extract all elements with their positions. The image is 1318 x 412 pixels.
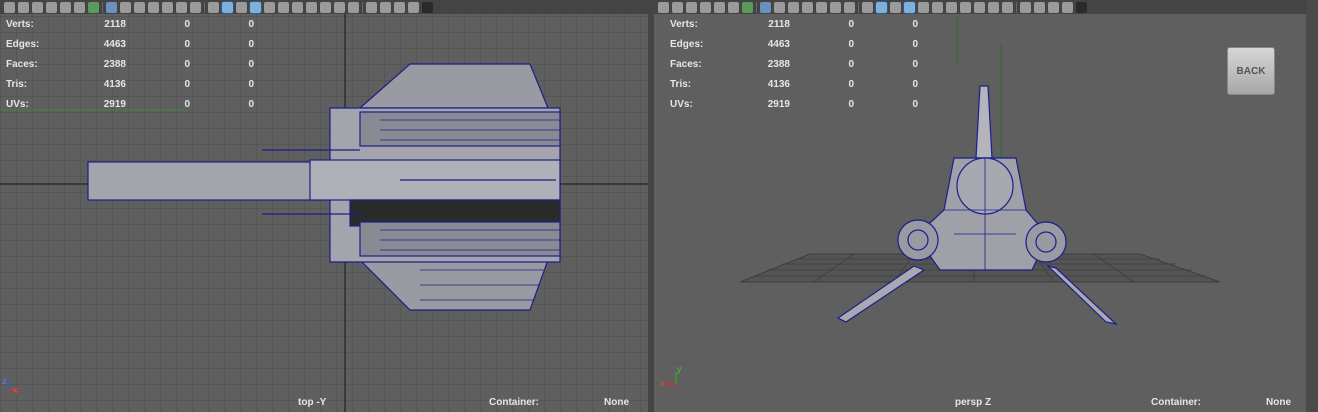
container-value: None	[1266, 397, 1291, 408]
default-material-icon[interactable]	[890, 1, 901, 13]
xray-active-icon[interactable]	[408, 1, 419, 13]
use-lights-icon[interactable]	[932, 1, 943, 13]
axis-x-label: x	[660, 378, 665, 388]
axis-z-label: z	[2, 376, 7, 386]
smooth-shade-icon[interactable]	[222, 1, 233, 13]
resolution-gate-icon[interactable]	[788, 1, 799, 13]
image-plane-icon[interactable]	[700, 1, 711, 13]
poly-count-hud: Verts: 2118 0 0 Edges: 4463 0 0 Faces: 2…	[670, 14, 918, 114]
wireframe-icon[interactable]	[208, 1, 219, 13]
field-chart-icon[interactable]	[162, 1, 173, 13]
container-label: Container:	[489, 397, 539, 408]
axis-x-label: x	[13, 385, 18, 395]
wireframe-on-shaded-icon[interactable]	[904, 1, 915, 13]
grease-pencil-icon[interactable]	[88, 1, 99, 13]
camera-name: top -Y	[298, 397, 327, 408]
gate-mask-icon[interactable]	[148, 1, 159, 13]
screen-space-ao-icon[interactable]	[306, 1, 317, 13]
safe-title-icon[interactable]	[190, 1, 201, 13]
safe-title-icon[interactable]	[844, 1, 855, 13]
image-plane-icon[interactable]	[46, 1, 57, 13]
hud-row-verts: Verts: 2118 0 0	[670, 18, 918, 30]
hud-row-tris: Tris: 4136 0 0	[6, 78, 254, 90]
shadows-icon[interactable]	[292, 1, 303, 13]
hud-row-edges: Edges: 4463 0 0	[6, 38, 254, 50]
poly-count-hud: Verts: 2118 0 0 Edges: 4463 0 0 Faces: 2…	[6, 14, 254, 114]
default-material-icon[interactable]	[236, 1, 247, 13]
textured-icon[interactable]	[918, 1, 929, 13]
gamma-icon[interactable]	[422, 1, 433, 13]
isolate-select-icon[interactable]	[366, 1, 377, 13]
viewport-toolbar	[0, 0, 648, 14]
select-camera-icon[interactable]	[658, 1, 669, 13]
use-lights-icon[interactable]	[278, 1, 289, 13]
scrollbar[interactable]	[1306, 0, 1318, 412]
pan-icon[interactable]	[728, 1, 739, 13]
grease-pencil-icon[interactable]	[742, 1, 753, 13]
viewport-toolbar	[654, 0, 1306, 14]
axis-y-label: y	[677, 364, 682, 374]
xray-icon[interactable]	[1034, 1, 1045, 13]
container-label: Container:	[1151, 397, 1201, 408]
camera-attributes-icon[interactable]	[18, 1, 29, 13]
gate-mask-icon[interactable]	[802, 1, 813, 13]
ship-persp-mesh	[836, 85, 1118, 326]
bookmark-icon[interactable]	[32, 1, 43, 13]
pan-icon[interactable]	[74, 1, 85, 13]
select-camera-icon[interactable]	[4, 1, 15, 13]
wireframe-icon[interactable]	[862, 1, 873, 13]
depth-of-field-icon[interactable]	[1002, 1, 1013, 13]
persp-viewport[interactable]: Verts: 2118 0 0 Edges: 4463 0 0 Faces: 2…	[654, 0, 1306, 412]
bookmark-icon[interactable]	[686, 1, 697, 13]
shadows-icon[interactable]	[946, 1, 957, 13]
screen-space-ao-icon[interactable]	[960, 1, 971, 13]
resolution-gate-icon[interactable]	[134, 1, 145, 13]
anti-aliasing-icon[interactable]	[334, 1, 345, 13]
hud-row-uvs: UVs: 2919 0 0	[670, 98, 918, 110]
xray-icon[interactable]	[380, 1, 391, 13]
grid-icon[interactable]	[760, 1, 771, 13]
hud-row-faces: Faces: 2388 0 0	[670, 58, 918, 70]
depth-of-field-icon[interactable]	[348, 1, 359, 13]
camera-attributes-icon[interactable]	[672, 1, 683, 13]
xray-active-icon[interactable]	[1062, 1, 1073, 13]
motion-blur-icon[interactable]	[320, 1, 331, 13]
textured-icon[interactable]	[264, 1, 275, 13]
tumble-icon[interactable]	[60, 1, 71, 13]
safe-action-icon[interactable]	[176, 1, 187, 13]
hud-row-faces: Faces: 2388 0 0	[6, 58, 254, 70]
hud-row-uvs: UVs: 2919 0 0	[6, 98, 254, 110]
xray-joints-icon[interactable]	[1048, 1, 1059, 13]
field-chart-icon[interactable]	[816, 1, 827, 13]
isolate-select-icon[interactable]	[1020, 1, 1031, 13]
film-gate-icon[interactable]	[774, 1, 785, 13]
hud-row-tris: Tris: 4136 0 0	[670, 78, 918, 90]
xray-joints-icon[interactable]	[394, 1, 405, 13]
hud-row-verts: Verts: 2118 0 0	[6, 18, 254, 30]
hud-row-edges: Edges: 4463 0 0	[670, 38, 918, 50]
anti-aliasing-icon[interactable]	[988, 1, 999, 13]
container-value: None	[604, 397, 629, 408]
motion-blur-icon[interactable]	[974, 1, 985, 13]
tumble-icon[interactable]	[714, 1, 725, 13]
safe-action-icon[interactable]	[830, 1, 841, 13]
wireframe-on-shaded-icon[interactable]	[250, 1, 261, 13]
grid-icon[interactable]	[106, 1, 117, 13]
top-viewport[interactable]: Verts: 2118 0 0 Edges: 4463 0 0 Faces: 2…	[0, 0, 648, 412]
smooth-shade-icon[interactable]	[876, 1, 887, 13]
camera-name: persp Z	[955, 397, 992, 408]
back-button[interactable]: BACK	[1227, 47, 1275, 95]
gamma-icon[interactable]	[1076, 1, 1087, 13]
film-gate-icon[interactable]	[120, 1, 131, 13]
